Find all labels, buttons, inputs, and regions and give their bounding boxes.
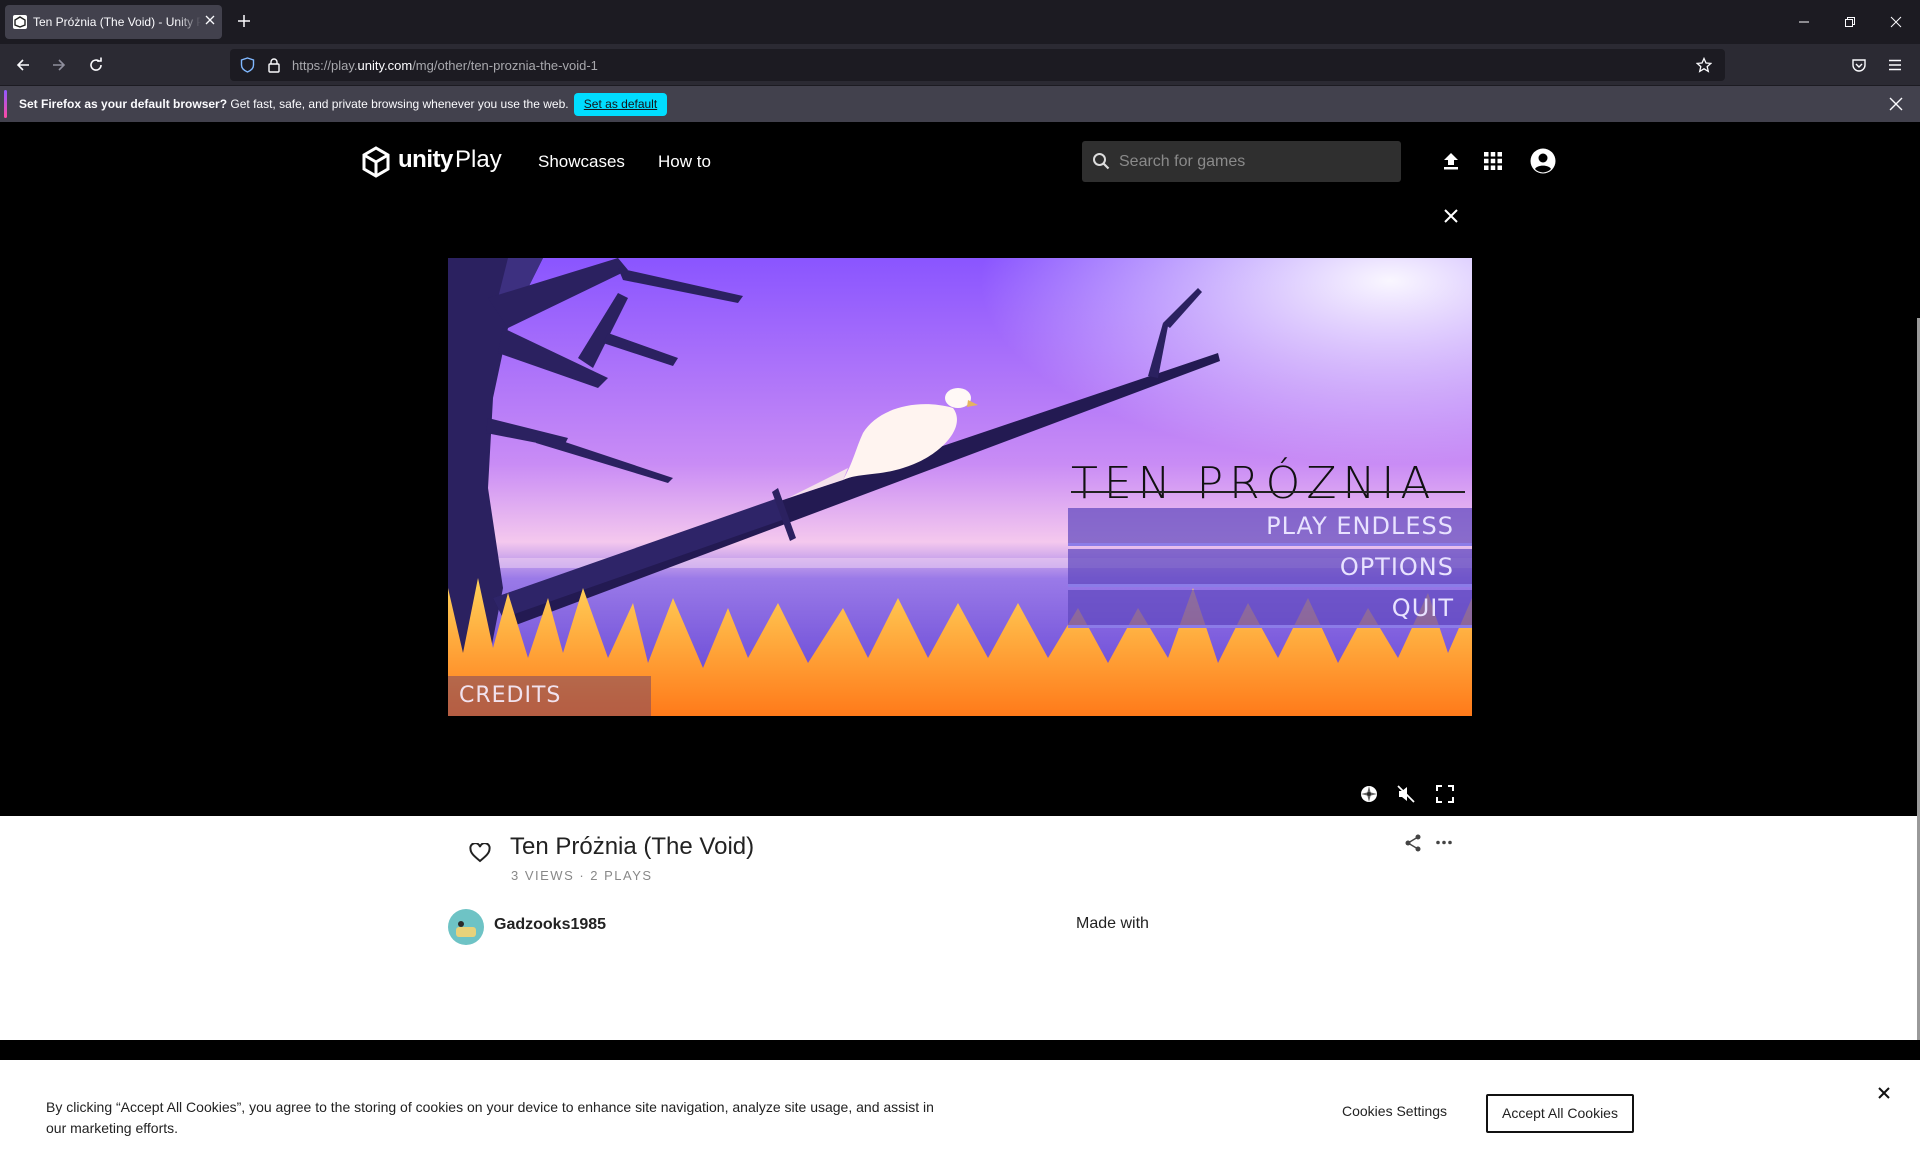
game-title-text: TEN PRÓZNIA — [1071, 458, 1437, 509]
menu-play-endless[interactable]: PLAY ENDLESS — [1068, 508, 1472, 546]
reload-icon[interactable] — [88, 57, 104, 73]
menu-quit[interactable]: QUIT — [1068, 590, 1472, 628]
close-player-icon[interactable] — [1443, 208, 1459, 224]
page-content: unity Play Showcases How to Search for g… — [0, 122, 1920, 1162]
game-info-section: Ten Próżnia (The Void) 3 VIEWS · 2 PLAYS… — [0, 816, 1917, 1040]
title-strike-line — [1071, 491, 1465, 493]
author-avatar[interactable] — [448, 909, 484, 945]
cookie-banner: By clicking “Accept All Cookies”, you ag… — [0, 1060, 1920, 1162]
hamburger-menu-icon[interactable] — [1887, 57, 1903, 73]
apps-grid-icon[interactable] — [1484, 152, 1502, 170]
game-canvas[interactable]: TEN PRÓZNIA PLAY ENDLESS OPTIONS QUIT CR… — [448, 258, 1472, 716]
search-input[interactable] — [1119, 151, 1389, 173]
forward-icon[interactable] — [51, 57, 67, 73]
search-box[interactable] — [1082, 141, 1401, 182]
cookie-text: By clicking “Accept All Cookies”, you ag… — [46, 1099, 934, 1136]
browser-tab[interactable]: Ten Próżnia (The Void) - Unity Play — [5, 5, 222, 39]
unity-logo-icon — [360, 146, 392, 178]
menu-options[interactable]: OPTIONS — [1068, 549, 1472, 587]
notification-close-icon[interactable] — [1889, 97, 1903, 111]
logo-text-play: Play — [455, 146, 502, 173]
tab-title: Ten Próżnia (The Void) - Unity Play — [33, 15, 201, 29]
url-text: https://play.unity.com/mg/other/ten-proz… — [292, 58, 598, 73]
browser-nav-bar: https://play.unity.com/mg/other/ten-proz… — [0, 44, 1920, 85]
bookmark-star-icon[interactable] — [1696, 57, 1712, 73]
close-window-icon[interactable] — [1873, 0, 1919, 44]
minimize-icon[interactable] — [1781, 0, 1827, 44]
pocket-icon[interactable] — [1851, 57, 1867, 73]
back-icon[interactable] — [15, 57, 31, 73]
logo-text-unity: unity — [398, 146, 453, 173]
account-icon[interactable] — [1530, 148, 1556, 174]
mute-icon[interactable] — [1397, 785, 1415, 803]
tab-close-icon[interactable] — [204, 14, 216, 26]
accept-all-cookies-button[interactable]: Accept All Cookies — [1486, 1094, 1634, 1133]
nav-how-to[interactable]: How to — [658, 152, 711, 172]
url-bar[interactable]: https://play.unity.com/mg/other/ten-proz… — [230, 49, 1725, 81]
unity-play-logo[interactable]: unity Play — [360, 142, 505, 182]
share-icon[interactable] — [1404, 834, 1422, 852]
tracking-shield-icon[interactable] — [240, 57, 255, 73]
nav-showcases[interactable]: Showcases — [538, 152, 625, 172]
more-options-icon[interactable] — [1436, 840, 1452, 845]
restore-icon[interactable] — [1827, 0, 1873, 44]
search-icon — [1092, 152, 1110, 170]
default-browser-notification: Set Firefox as your default browser? Get… — [0, 85, 1920, 122]
menu-credits[interactable]: CREDITS — [448, 676, 651, 716]
set-as-default-button[interactable]: Set as default — [574, 93, 667, 116]
new-tab-icon[interactable] — [237, 14, 251, 28]
unity-favicon-icon — [13, 15, 27, 29]
game-stats: 3 VIEWS · 2 PLAYS — [511, 868, 653, 883]
game-name: Ten Próżnia (The Void) — [510, 833, 755, 860]
lock-icon[interactable] — [267, 57, 281, 73]
notification-text: Set Firefox as your default browser? Get… — [19, 97, 569, 111]
author-name[interactable]: Gadzooks1985 — [494, 916, 606, 934]
fullscreen-icon[interactable] — [1436, 785, 1454, 803]
upload-icon[interactable] — [1442, 151, 1460, 171]
notification-accent — [4, 90, 7, 118]
cookie-close-icon[interactable] — [1878, 1087, 1890, 1099]
cookies-settings-button[interactable]: Cookies Settings — [1342, 1103, 1447, 1119]
made-with-label: Made with — [1076, 915, 1149, 932]
webgl-icon[interactable] — [1360, 785, 1378, 803]
browser-tab-bar: Ten Próżnia (The Void) - Unity Play — [0, 0, 1920, 44]
like-heart-icon[interactable] — [469, 843, 491, 863]
